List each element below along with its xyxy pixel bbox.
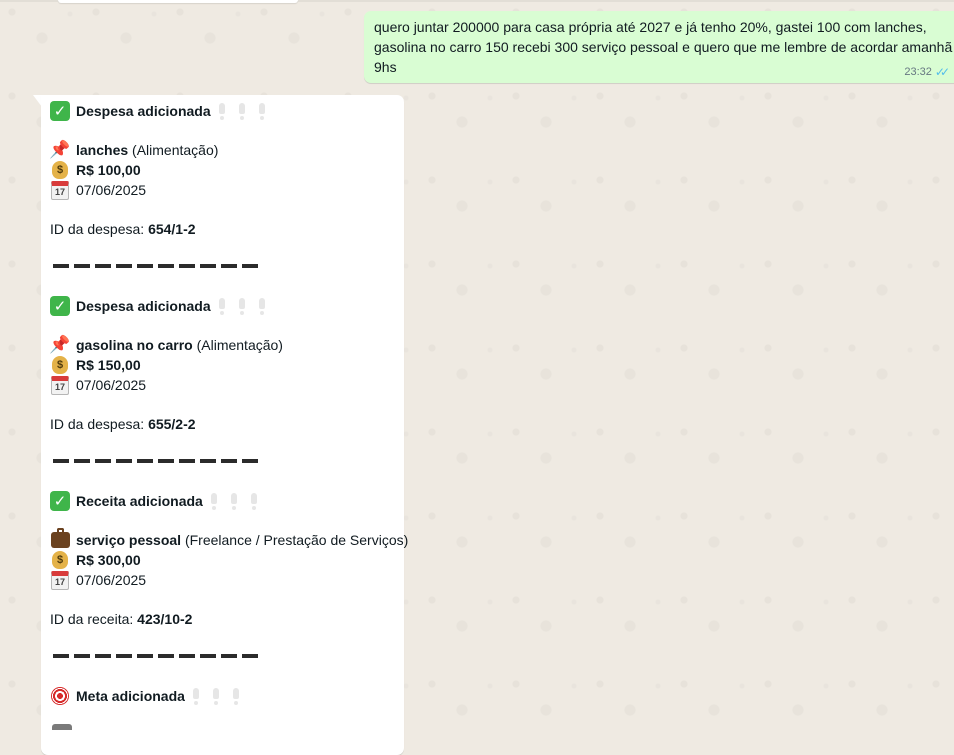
id-value: 655/2-2: [148, 416, 196, 432]
amount-line: $ R$ 300,00: [50, 550, 141, 570]
date-value: 07/06/2025: [76, 377, 147, 393]
previous-message-edge: [58, 0, 298, 3]
block-title: Meta adicionada: [76, 688, 185, 704]
check-mark-icon: ✓: [50, 296, 70, 316]
date-value: 07/06/2025: [76, 182, 147, 198]
exclamation-icon: [238, 298, 245, 315]
outgoing-message-text: quero juntar 200000 para casa própria at…: [374, 19, 953, 75]
id-line: ID da receita: 423/10-2: [50, 609, 192, 629]
exclamation-icon: [250, 493, 257, 510]
item-name: serviço pessoal: [76, 532, 182, 548]
block-title: Despesa adicionada: [76, 298, 211, 314]
exclamation-icon: [258, 298, 265, 315]
item-line: serviço pessoal (Freelance / Prestação d…: [50, 528, 409, 550]
target-icon: [50, 686, 70, 706]
item-category: (Alimentação): [196, 337, 283, 353]
item-category: (Alimentação): [132, 142, 219, 158]
separator-line: [53, 654, 258, 658]
id-value: 423/10-2: [137, 611, 193, 627]
read-ticks-icon: ✓✓: [934, 65, 950, 79]
exclamation-icon: [192, 688, 199, 705]
check-mark-icon: ✓: [50, 491, 70, 511]
date-line: 17 07/06/2025: [50, 375, 146, 395]
date-line: 17 07/06/2025: [50, 180, 146, 200]
item-category: (Freelance / Prestação de Serviços): [184, 532, 409, 548]
message-meta: 23:32 ✓✓: [904, 65, 950, 79]
exclamation-icon: [212, 688, 219, 705]
separator-line: [53, 459, 258, 463]
block-header: ✓ Despesa adicionada: [50, 101, 265, 121]
id-value: 654/1-2: [148, 221, 196, 237]
item-line: 📌 lanches (Alimentação): [49, 140, 219, 160]
calendar-icon: 17: [50, 180, 70, 200]
id-line: ID da despesa: 655/2-2: [50, 414, 196, 434]
date-line: 17 07/06/2025: [50, 570, 146, 590]
item-name: gasolina no carro: [76, 337, 193, 353]
block-header: Meta adicionada: [50, 686, 239, 706]
exclamation-icon: [230, 493, 237, 510]
exclamation-icon: [218, 103, 225, 120]
outgoing-message-bubble[interactable]: quero juntar 200000 para casa própria at…: [364, 11, 954, 83]
amount-line: $ R$ 100,00: [50, 160, 141, 180]
calendar-icon: 17: [50, 375, 70, 395]
block-title: Receita adicionada: [76, 493, 203, 509]
exclamation-icon: [238, 103, 245, 120]
briefcase-icon: [50, 528, 70, 550]
check-mark-icon: ✓: [50, 101, 70, 121]
pushpin-icon: 📌: [49, 140, 71, 160]
item-name: lanches: [76, 142, 129, 158]
pushpin-icon: 📌: [49, 335, 71, 355]
exclamation-icon: [232, 688, 239, 705]
id-label: ID da receita:: [50, 611, 134, 627]
money-bag-icon: $: [50, 355, 70, 375]
block-header: ✓ Receita adicionada: [50, 491, 257, 511]
separator-line: [53, 264, 258, 268]
money-bag-icon: $: [50, 550, 70, 570]
exclamation-icon: [258, 103, 265, 120]
partial-icon: [52, 724, 72, 730]
calendar-icon: 17: [50, 570, 70, 590]
amount-line: $ R$ 150,00: [50, 355, 141, 375]
amount-value: R$ 150,00: [76, 357, 141, 373]
amount-value: R$ 100,00: [76, 162, 141, 178]
id-line: ID da despesa: 654/1-2: [50, 219, 196, 239]
exclamation-icon: [218, 298, 225, 315]
block-header: ✓ Despesa adicionada: [50, 296, 265, 316]
exclamation-icon: [210, 493, 217, 510]
item-line: 📌 gasolina no carro (Alimentação): [49, 335, 283, 355]
date-value: 07/06/2025: [76, 572, 147, 588]
money-bag-icon: $: [50, 160, 70, 180]
id-label: ID da despesa:: [50, 416, 145, 432]
message-time: 23:32: [904, 66, 932, 78]
id-label: ID da despesa:: [50, 221, 145, 237]
amount-value: R$ 300,00: [76, 552, 141, 568]
block-title: Despesa adicionada: [76, 103, 211, 119]
